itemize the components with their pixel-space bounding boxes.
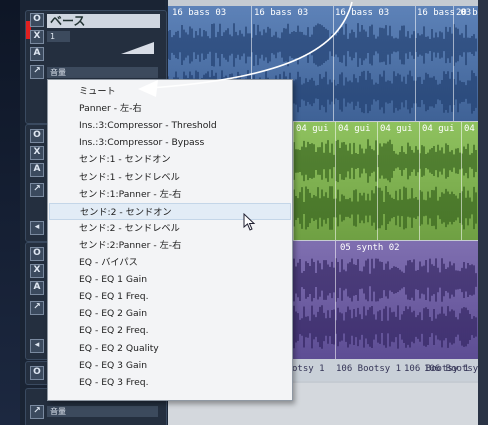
channel-number: 1 xyxy=(47,31,70,42)
automation-param-label[interactable]: 音量 xyxy=(47,406,158,417)
automation-param-label[interactable]: 音量 xyxy=(47,67,158,78)
menu-item[interactable]: EQ - EQ 1 Gain xyxy=(49,271,291,288)
edit-icon[interactable]: ◂ xyxy=(30,339,44,353)
daw-window: O X A ベース 1 音量 ↗ O X A ↗ ◂ O X A ↗ ◂ O 音… xyxy=(0,0,488,425)
menu-item[interactable]: センド:1:Panner - 左-右 xyxy=(49,186,291,203)
right-scroll-strip[interactable] xyxy=(478,0,488,425)
read-write-icon[interactable]: ↗ xyxy=(30,65,44,79)
track-name-field[interactable]: ベース xyxy=(47,14,160,28)
clip-label: 04 gui xyxy=(380,124,413,134)
menu-item[interactable]: EQ - EQ 3 Freq. xyxy=(49,374,291,391)
monitor-button[interactable]: O xyxy=(30,129,44,143)
mouse-cursor-icon xyxy=(243,213,256,231)
edit-icon[interactable]: ◂ xyxy=(30,221,44,235)
automation-context-menu[interactable]: ミュート Panner - 左-右 Ins.:3:Compressor - Thre… xyxy=(47,79,293,401)
menu-item[interactable]: EQ - EQ 2 Quality xyxy=(49,340,291,357)
menu-item[interactable]: センド:2:Panner - 左-右 xyxy=(49,237,291,254)
menu-item[interactable]: EQ - EQ 1 Freq. xyxy=(49,288,291,305)
mute-button[interactable]: X xyxy=(30,264,44,278)
clip-label: 16 bass 03 xyxy=(254,8,309,18)
read-write-icon[interactable]: ↗ xyxy=(30,183,44,197)
menu-item[interactable]: EQ - バイパス xyxy=(49,254,291,271)
automation-button[interactable]: A xyxy=(30,281,44,295)
clip-label: 16 bass 03 xyxy=(335,8,390,18)
clip-label: 04 gui xyxy=(296,124,329,134)
clip-label: 16 bass 03 xyxy=(172,8,227,18)
automation-button[interactable]: A xyxy=(30,47,44,61)
clip-label: otsy 1 xyxy=(292,364,325,374)
monitor-button[interactable]: O xyxy=(30,366,44,380)
automation-button[interactable]: A xyxy=(30,163,44,177)
menu-item[interactable]: ミュート xyxy=(49,83,291,100)
read-write-icon[interactable]: ↗ xyxy=(30,301,44,315)
clip-label: 106 Bootsy xyxy=(424,364,479,374)
menu-item[interactable]: EQ - EQ 2 Gain xyxy=(49,305,291,322)
menu-item[interactable]: Panner - 左-右 xyxy=(49,100,291,117)
monitor-button[interactable]: O xyxy=(30,247,44,261)
read-write-icon[interactable]: ↗ xyxy=(30,405,44,419)
menu-item[interactable]: センド:1 - センドオン xyxy=(49,151,291,168)
menu-item[interactable]: センド:1 - センドレベル xyxy=(49,169,291,186)
volume-ramp-icon xyxy=(121,42,154,54)
mute-button[interactable]: X xyxy=(30,146,44,160)
menu-item[interactable]: EQ - EQ 3 Gain xyxy=(49,357,291,374)
clip-label: 05 synth 02 xyxy=(340,243,400,253)
menu-item[interactable]: EQ - EQ 2 Freq. xyxy=(49,322,291,339)
clip-label: 106 Bootsy 1 xyxy=(336,364,402,374)
clip-label: 04 gui xyxy=(422,124,455,134)
menu-item[interactable]: Ins.:3:Compressor - Bypass xyxy=(49,134,291,151)
clip-label: 04 gui xyxy=(338,124,371,134)
monitor-button[interactable]: O xyxy=(30,13,44,27)
menu-item[interactable]: Ins.:3:Compressor - Threshold xyxy=(49,117,291,134)
left-strip xyxy=(0,0,20,425)
mute-button[interactable]: X xyxy=(30,30,44,44)
